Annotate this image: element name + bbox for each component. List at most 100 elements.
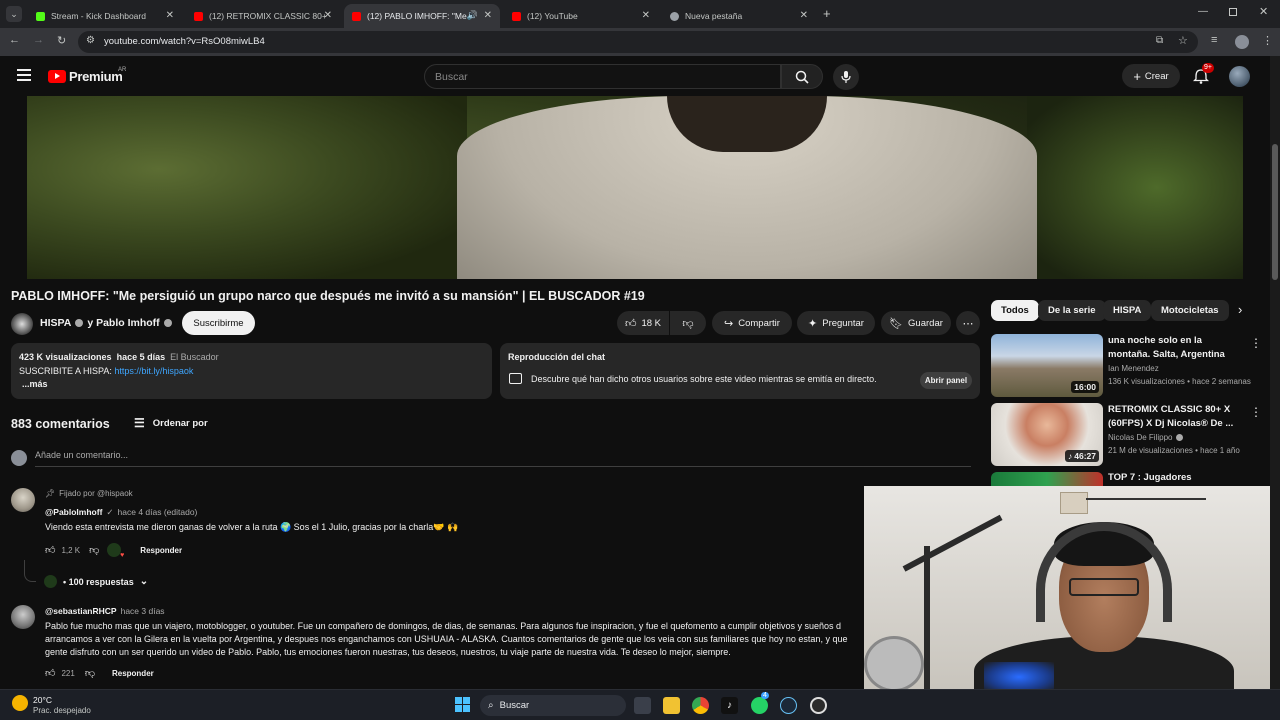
scrollbar-thumb[interactable] xyxy=(1272,144,1278,280)
save-button[interactable]: 🔖︎ Guardar xyxy=(881,311,951,335)
plus-icon: + xyxy=(1133,68,1141,84)
window-close-icon[interactable]: ✕ xyxy=(1259,5,1268,18)
site-info-icon[interactable]: ⚙ xyxy=(86,35,95,46)
task-view-icon[interactable] xyxy=(634,697,651,714)
chrome-icon[interactable] xyxy=(692,697,709,714)
comment-avatar[interactable] xyxy=(11,605,35,629)
chip-series[interactable]: De la serie xyxy=(1038,300,1106,321)
search-button[interactable] xyxy=(781,64,823,89)
comment-author[interactable]: @sebastianRHCP xyxy=(45,606,117,616)
browser-tab-active[interactable]: (12) PABLO IMHOFF: "Me p 🔊 ✕ xyxy=(344,4,500,28)
extensions-icon[interactable]: ≡ xyxy=(1211,34,1217,46)
open-panel-button[interactable]: Abrir panel xyxy=(920,372,972,389)
add-comment-input[interactable]: Añade un comentario... xyxy=(35,450,971,467)
steam-icon[interactable] xyxy=(780,697,797,714)
notifications-button[interactable]: 9+ xyxy=(1192,63,1214,86)
chevron-right-icon[interactable]: › xyxy=(1238,302,1242,317)
weather-desc[interactable]: Prac. despejado xyxy=(33,706,91,715)
add-comment-placeholder: Añade un comentario... xyxy=(35,450,129,460)
related-video-channel[interactable]: Nicolas De Filippo xyxy=(1108,433,1184,442)
comment-time[interactable]: hace 3 días xyxy=(121,606,165,616)
related-video-channel[interactable]: Ian Menendez xyxy=(1108,364,1159,373)
bookmark-star-icon[interactable]: ☆ xyxy=(1178,34,1188,47)
channel-avatar[interactable] xyxy=(11,313,33,335)
description-link[interactable]: https://bit.ly/hispaok xyxy=(114,366,193,376)
page-scrollbar[interactable] xyxy=(1270,56,1280,689)
replies-count: • 100 respuestas xyxy=(63,576,134,587)
file-explorer-icon[interactable] xyxy=(663,697,680,714)
whatsapp-icon[interactable]: 4 xyxy=(751,692,769,714)
youtube-premium-logo[interactable]: Premium xyxy=(48,69,123,84)
browser-tab[interactable]: Stream - Kick Dashboard ✕ xyxy=(28,4,182,28)
share-button[interactable]: ↪ Compartir xyxy=(712,311,792,335)
hamburger-menu-icon[interactable] xyxy=(17,69,31,81)
like-button[interactable]: 👍︎ 18 K xyxy=(617,311,669,335)
forward-icon[interactable]: → xyxy=(33,34,44,46)
channel-name[interactable]: HISPA xyxy=(40,317,71,329)
close-icon[interactable]: ✕ xyxy=(484,10,492,21)
browser-tab[interactable]: (12) RETROMIX CLASSIC 80+ X ✕ xyxy=(186,4,340,28)
weather-icon[interactable] xyxy=(12,695,28,711)
show-more-link[interactable]: ...más xyxy=(19,378,484,392)
verified-icon xyxy=(1176,434,1184,441)
restore-icon[interactable] xyxy=(1229,8,1237,16)
collab-name[interactable]: y Pablo Imhoff xyxy=(87,317,159,329)
close-icon[interactable]: ✕ xyxy=(642,10,650,21)
reply-button[interactable]: Responder xyxy=(112,669,154,678)
chip-all[interactable]: Todos xyxy=(991,300,1039,321)
browser-tab[interactable]: Nueva pestaña ✕ xyxy=(662,4,816,28)
close-icon[interactable]: ✕ xyxy=(800,10,808,21)
create-button[interactable]: + Crear xyxy=(1122,64,1180,88)
thumbs-up-icon[interactable]: 👍︎ xyxy=(45,544,55,556)
thumbs-down-icon[interactable]: 👎︎ xyxy=(85,667,95,679)
video-thumbnail[interactable] xyxy=(991,472,1103,486)
upload-age: hace 5 días xyxy=(116,352,166,362)
new-tab-icon[interactable]: + xyxy=(823,6,831,21)
close-icon[interactable]: ✕ xyxy=(324,10,332,21)
related-video-title[interactable]: RETROMIX CLASSIC 80+ X (60FPS) X Dj Nico… xyxy=(1108,403,1240,430)
browser-tab[interactable]: (12) YouTube ✕ xyxy=(504,4,658,28)
windows-start-icon[interactable] xyxy=(455,697,470,712)
more-vertical-icon[interactable]: ⋮ xyxy=(1250,336,1262,350)
subscribe-button[interactable]: Suscribirme xyxy=(182,311,255,335)
related-video-title[interactable]: una noche solo en la montaña. Salta, Arg… xyxy=(1108,334,1240,361)
tiktok-icon[interactable]: ♪ xyxy=(721,697,738,714)
reply-button[interactable]: Responder xyxy=(140,546,182,555)
video-thumbnail[interactable]: 16:00 xyxy=(991,334,1103,397)
video-player[interactable] xyxy=(27,96,1243,279)
close-icon[interactable]: ✕ xyxy=(166,10,174,21)
dislike-button[interactable]: 👎︎ xyxy=(670,311,706,335)
verified-icon xyxy=(163,319,172,327)
minimize-icon[interactable]: — xyxy=(1198,6,1208,17)
taskbar-search[interactable]: ⌕ Buscar xyxy=(480,695,626,716)
view-replies-button[interactable]: • 100 respuestas ⌄ xyxy=(44,575,148,588)
chip-hispa[interactable]: HISPA xyxy=(1103,300,1152,321)
voice-search-button[interactable] xyxy=(833,64,859,90)
back-icon[interactable]: ← xyxy=(9,34,20,46)
sort-button[interactable]: ☰ Ordenar por xyxy=(134,416,208,430)
hashtag[interactable]: El Buscador xyxy=(170,352,219,362)
thumbs-up-icon[interactable]: 👍︎ xyxy=(45,667,55,679)
reload-icon[interactable]: ↻ xyxy=(57,34,66,47)
install-app-icon[interactable]: ⧉ xyxy=(1156,35,1163,46)
comment-author[interactable]: @PabloImhoff xyxy=(45,507,102,518)
channel-names[interactable]: HISPA y Pablo Imhoff xyxy=(40,317,172,329)
account-avatar[interactable] xyxy=(1229,66,1250,87)
address-bar[interactable]: ⚙ youtube.com/watch?v=RsO08miwLB4 ⧉ ☆ xyxy=(78,31,1198,53)
comment-time[interactable]: hace 4 días (editado) xyxy=(118,507,198,518)
chip-motorcycles[interactable]: Motocicletas xyxy=(1151,300,1229,321)
speaker-icon[interactable]: 🔊 xyxy=(467,10,478,21)
more-vertical-icon[interactable]: ⋮ xyxy=(1250,405,1262,419)
search-input[interactable]: Buscar xyxy=(424,64,781,89)
comment-avatar[interactable] xyxy=(11,488,35,512)
profile-avatar[interactable] xyxy=(1235,35,1249,49)
menu-kebab-icon[interactable]: ⋮ xyxy=(1262,34,1273,47)
ask-button[interactable]: ✦ Preguntar xyxy=(797,311,875,335)
obs-icon[interactable] xyxy=(810,697,827,714)
thumbs-down-icon[interactable]: 👎︎ xyxy=(89,544,99,556)
more-actions-button[interactable]: ⋯ xyxy=(956,311,980,335)
description-box[interactable]: 423 K visualizaciones hace 5 días El Bus… xyxy=(11,343,492,399)
tab-search-button[interactable]: ⌄ xyxy=(6,6,22,22)
weather-temp[interactable]: 20°C xyxy=(33,695,52,705)
video-thumbnail[interactable]: ♪ 46:27 xyxy=(991,403,1103,466)
